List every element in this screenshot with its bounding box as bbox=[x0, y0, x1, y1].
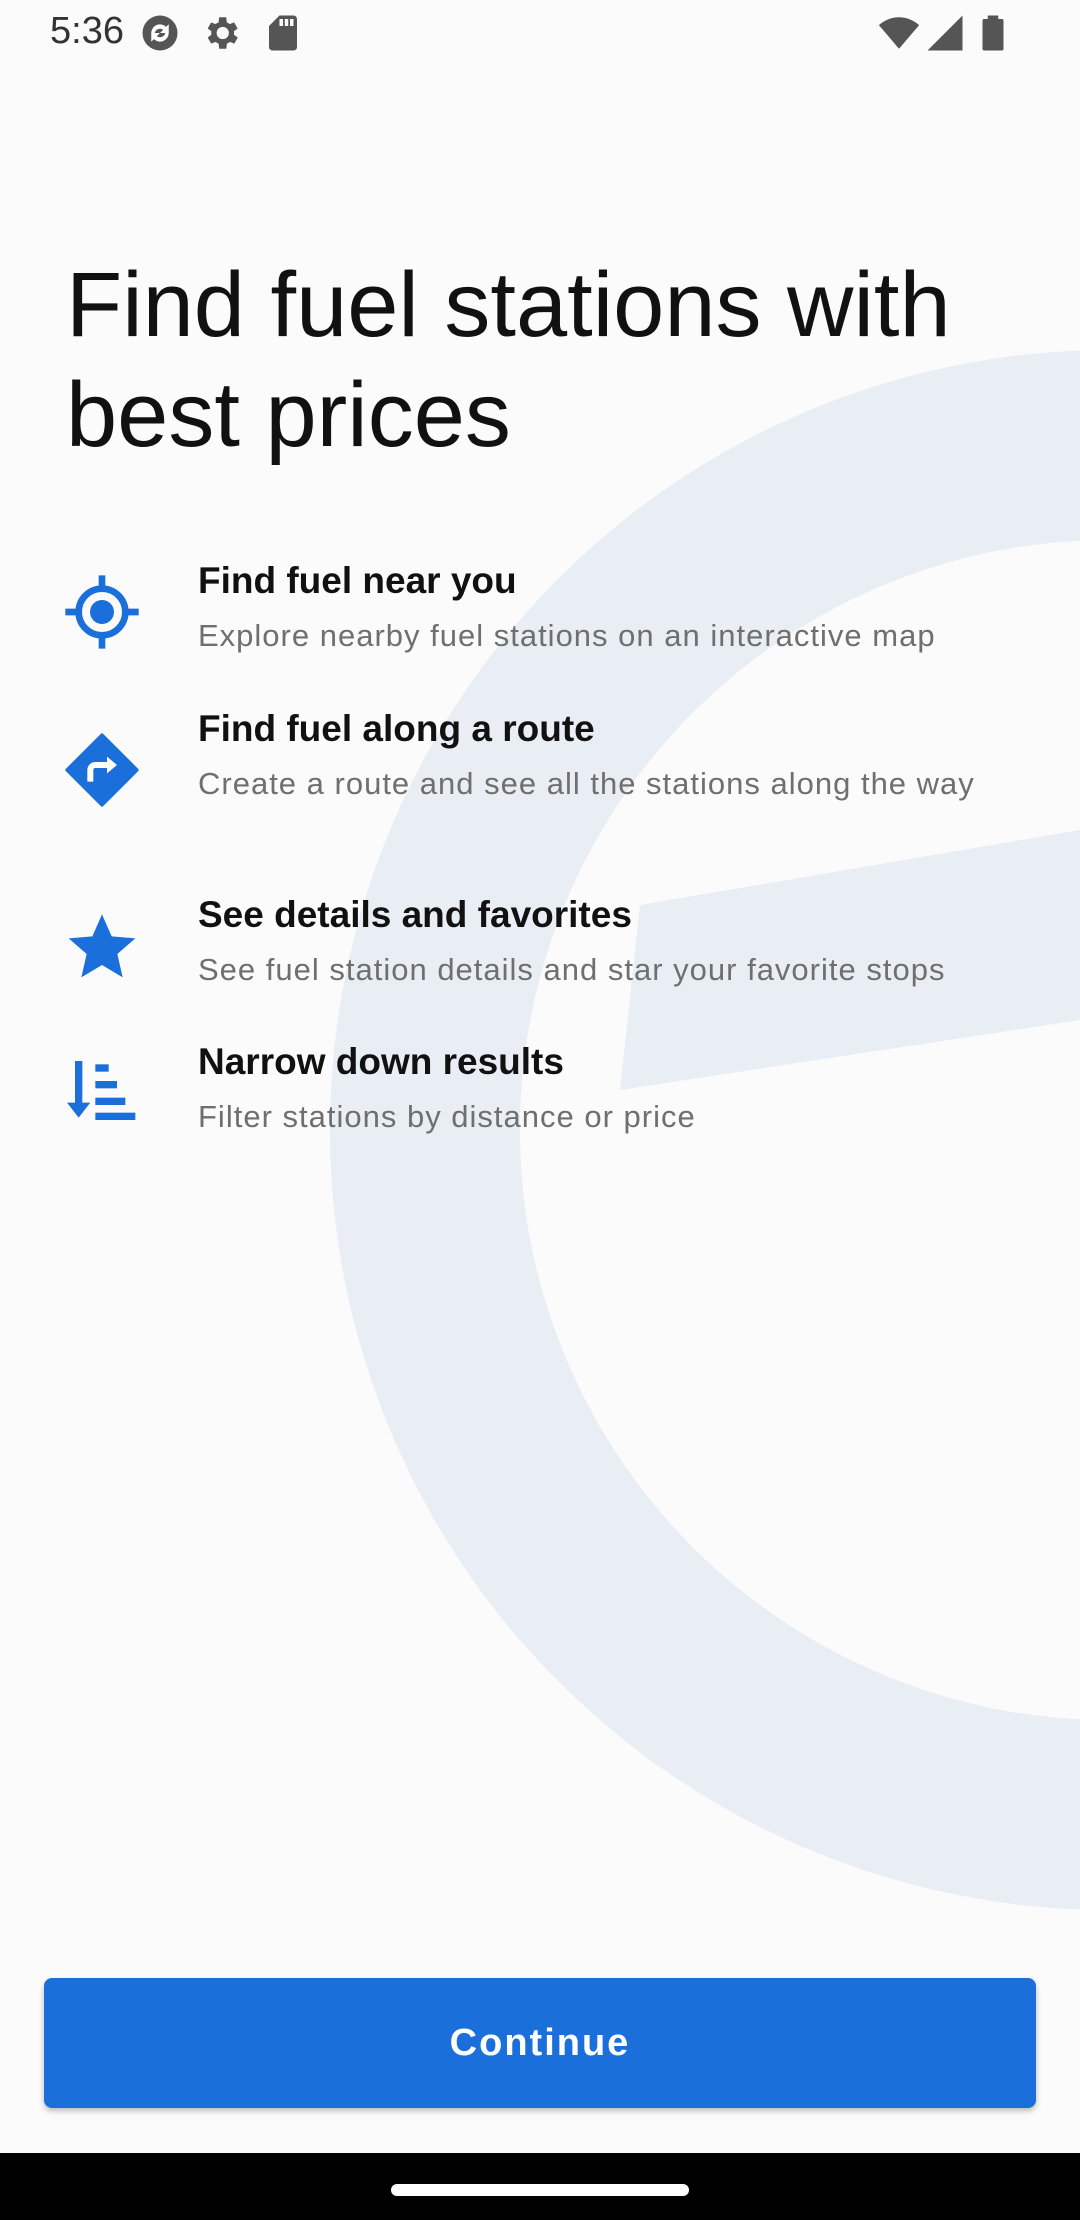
battery-icon bbox=[982, 15, 1004, 51]
status-time: 5:36 bbox=[50, 10, 124, 52]
sort-filter-icon bbox=[67, 1061, 136, 1120]
feature-description: See fuel station details and star your f… bbox=[198, 952, 946, 987]
feature-title: See details and favorites bbox=[198, 894, 632, 935]
continue-button[interactable]: Continue bbox=[44, 1978, 1036, 2108]
home-indicator[interactable] bbox=[391, 2184, 689, 2196]
route-diamond-icon bbox=[65, 733, 139, 807]
sync-icon bbox=[142, 15, 178, 51]
wifi-icon bbox=[878, 17, 920, 49]
signal-icon bbox=[927, 15, 963, 51]
gear-icon bbox=[207, 17, 238, 49]
navigation-bar bbox=[0, 2153, 1080, 2220]
feature-title: Narrow down results bbox=[198, 1041, 564, 1082]
page-title: Find fuel stations with best prices bbox=[66, 254, 951, 466]
feature-title: Find fuel near you bbox=[198, 560, 517, 601]
feature-description: Create a route and see all the stations … bbox=[198, 766, 975, 801]
feature-description: Explore nearby fuel stations on an inter… bbox=[198, 618, 936, 653]
status-bar: 5:36 bbox=[0, 0, 1080, 64]
location-target-icon bbox=[65, 575, 139, 649]
feature-title: Find fuel along a route bbox=[198, 708, 595, 749]
onboarding-screen: 5:36 Find fuel stations with best prices bbox=[0, 0, 1080, 2220]
star-icon bbox=[68, 914, 136, 978]
sd-card-icon bbox=[269, 15, 297, 51]
feature-description: Filter stations by distance or price bbox=[198, 1099, 696, 1134]
